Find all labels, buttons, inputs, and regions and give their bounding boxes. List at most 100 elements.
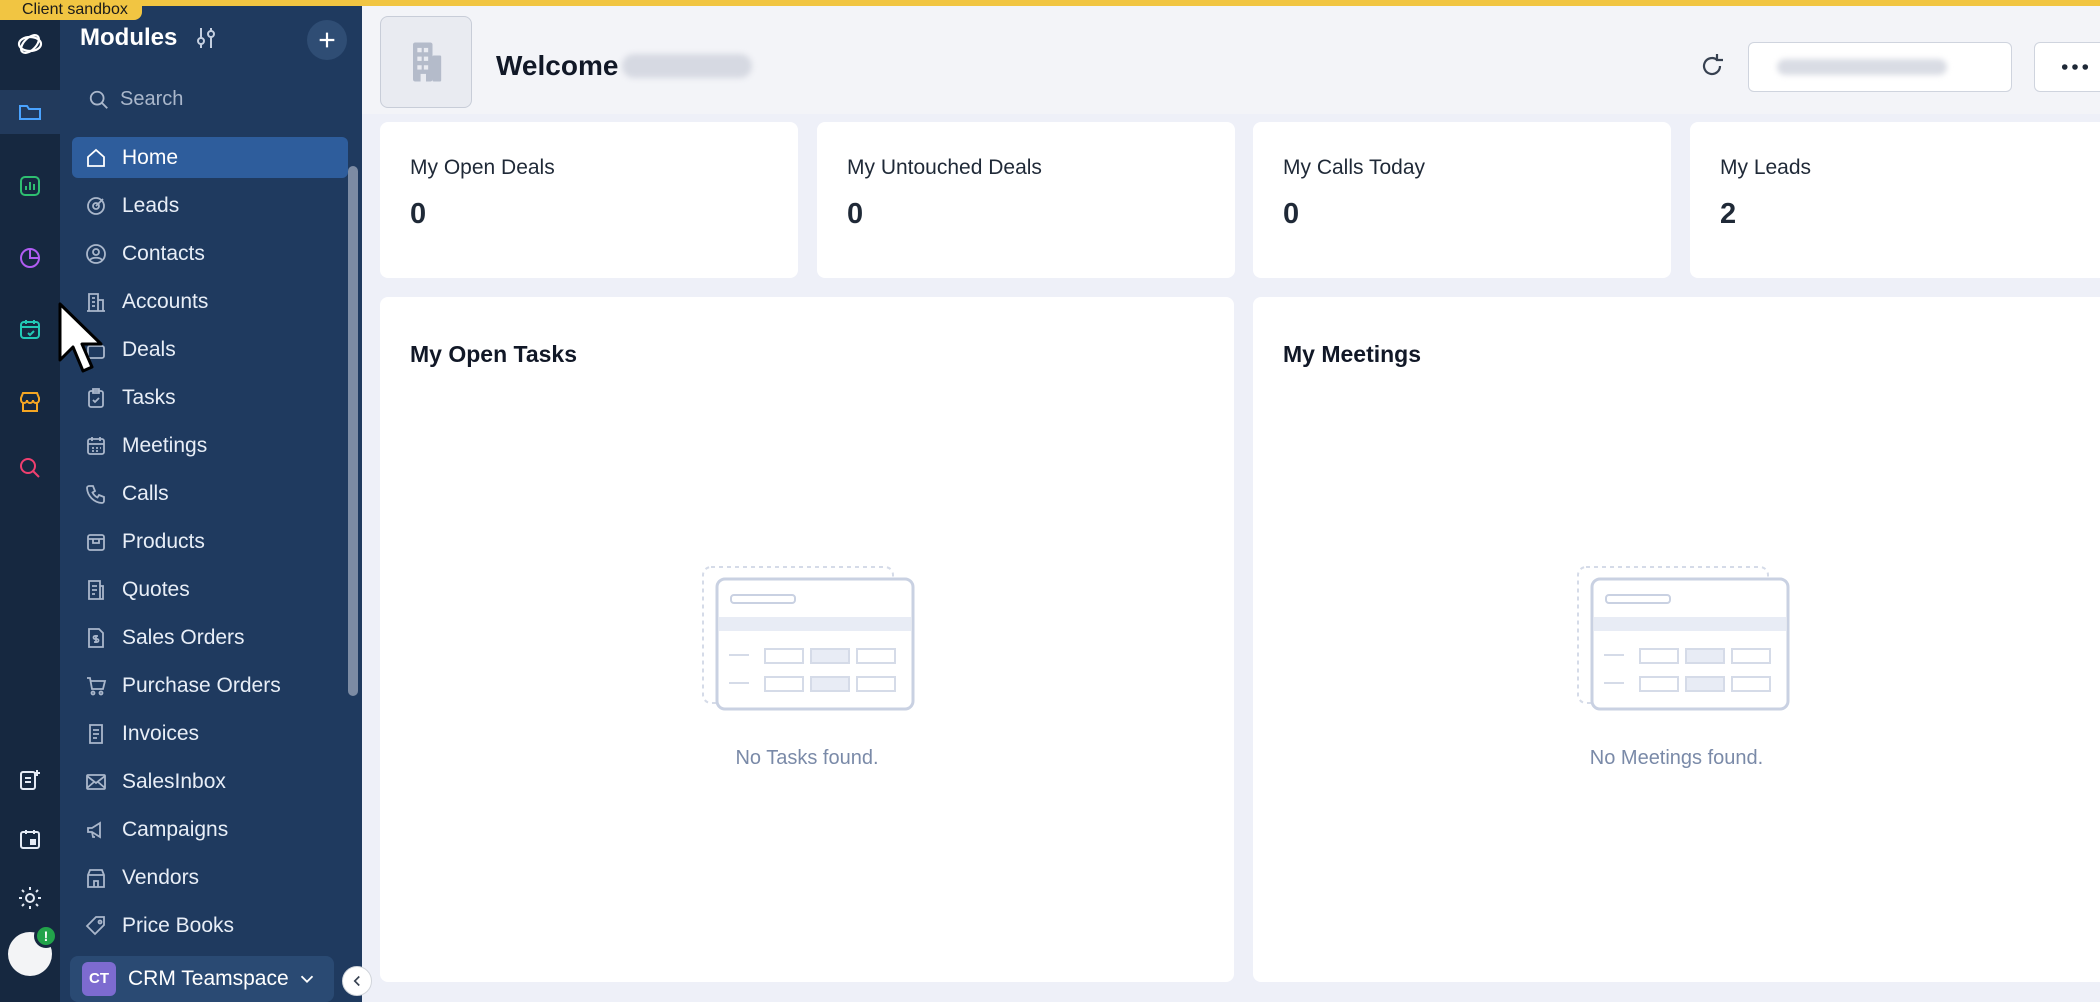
module-menu: Home Leads Contacts Accounts Deals Tasks… bbox=[72, 137, 348, 953]
stat-value: 0 bbox=[1283, 198, 1300, 230]
sidebar-item-label: Leads bbox=[122, 193, 180, 217]
sidebar-item-label: SalesInbox bbox=[122, 769, 226, 793]
modules-title: Modules bbox=[80, 24, 178, 51]
modules-folder-icon[interactable] bbox=[0, 90, 60, 134]
welcome-heading: Welcome bbox=[496, 50, 753, 82]
empty-table-icon bbox=[1577, 566, 1790, 711]
sidebar-item-salesinbox[interactable]: SalesInbox bbox=[72, 761, 348, 802]
chevron-left-icon bbox=[353, 975, 360, 987]
blurred-user-filter bbox=[1777, 59, 1947, 75]
modules-panel: Modules Home Leads Contacts Accounts Dea… bbox=[60, 6, 362, 1002]
module-search-input[interactable] bbox=[120, 88, 320, 111]
teamspace-switcher[interactable]: CT CRM Teamspace bbox=[70, 956, 334, 1002]
empty-table-icon bbox=[702, 566, 915, 711]
crm-logo-icon[interactable] bbox=[8, 22, 52, 66]
sidebar-item-quotes[interactable]: Quotes bbox=[72, 569, 348, 610]
sidebar-item-accounts[interactable]: Accounts bbox=[72, 281, 348, 322]
calendar-icon[interactable] bbox=[8, 818, 52, 862]
empty-state-text: No Tasks found. bbox=[735, 747, 879, 769]
sidebar-item-products[interactable]: Products bbox=[72, 521, 348, 562]
sidebar-item-home[interactable]: Home bbox=[72, 137, 348, 178]
megaphone-icon bbox=[87, 820, 101, 839]
user-avatar[interactable]: ! bbox=[8, 924, 58, 976]
reports-chart-icon[interactable] bbox=[8, 164, 52, 208]
panel-title: My Meetings bbox=[1283, 341, 1422, 367]
sidebar-item-label: Invoices bbox=[122, 721, 200, 745]
stat-card-untouched-deals[interactable]: My Untouched Deals 0 bbox=[817, 122, 1235, 278]
stat-value: 0 bbox=[410, 198, 427, 230]
sidebar-item-vendors[interactable]: Vendors bbox=[72, 857, 348, 898]
sidebar-item-label: Vendors bbox=[122, 865, 200, 889]
target-icon bbox=[87, 196, 105, 215]
plus-icon bbox=[319, 32, 335, 48]
sidebar-item-sales-orders[interactable]: Sales Orders bbox=[72, 617, 348, 658]
cart-icon bbox=[87, 676, 107, 695]
sidebar-item-label: Tasks bbox=[122, 385, 176, 409]
settings-gear-icon[interactable] bbox=[8, 876, 52, 920]
marketplace-store-icon[interactable] bbox=[8, 380, 52, 424]
quote-icon bbox=[88, 579, 104, 600]
phone-icon bbox=[86, 484, 105, 504]
sidebar-item-label: Calls bbox=[122, 481, 169, 505]
stat-card-leads[interactable]: My Leads 2 bbox=[1690, 122, 2100, 278]
search-zia-icon[interactable] bbox=[8, 446, 52, 490]
more-dots-icon bbox=[2061, 64, 2089, 70]
sidebar-item-label: Products bbox=[122, 529, 205, 553]
sidebar-item-tasks[interactable]: Tasks bbox=[72, 377, 348, 418]
sidebar-item-purchase-orders[interactable]: Purchase Orders bbox=[72, 665, 348, 706]
stat-label: My Open Deals bbox=[410, 156, 555, 179]
sidebar-item-label: Home bbox=[122, 145, 179, 169]
stat-label: My Leads bbox=[1720, 156, 1812, 179]
stat-label: My Untouched Deals bbox=[847, 156, 1042, 179]
page-header: Welcome bbox=[362, 6, 2100, 114]
building-icon bbox=[413, 42, 442, 82]
sidebar-item-deals[interactable]: Deals bbox=[72, 329, 348, 370]
sidebar-item-invoices[interactable]: Invoices bbox=[72, 713, 348, 754]
sidebar-item-meetings[interactable]: Meetings bbox=[72, 425, 348, 466]
sidebar-item-label: Quotes bbox=[122, 577, 190, 601]
app-rail: ! bbox=[0, 6, 60, 1002]
tag-icon bbox=[85, 915, 105, 935]
sidebar-item-label: Deals bbox=[122, 337, 176, 361]
box-icon bbox=[87, 533, 105, 551]
sidebar-item-leads[interactable]: Leads bbox=[72, 185, 348, 226]
sidebar-item-campaigns[interactable]: Campaigns bbox=[72, 809, 348, 850]
sidebar-item-label: Contacts bbox=[122, 241, 205, 265]
stat-card-open-deals[interactable]: My Open Deals 0 bbox=[380, 122, 798, 278]
stat-label: My Calls Today bbox=[1283, 156, 1425, 179]
search-icon bbox=[89, 90, 108, 109]
panel-scrollbar[interactable] bbox=[348, 166, 358, 696]
sidebar-item-contacts[interactable]: Contacts bbox=[72, 233, 348, 274]
contact-icon bbox=[86, 243, 106, 264]
teamspace-label: CRM Teamspace bbox=[128, 967, 289, 990]
welcome-text: Welcome bbox=[496, 50, 619, 81]
notes-add-icon[interactable] bbox=[8, 758, 52, 802]
meetings-panel: My Meetings No Meetings found. bbox=[1253, 297, 2100, 982]
module-settings-icon[interactable] bbox=[192, 24, 220, 52]
more-options-button[interactable] bbox=[2034, 42, 2100, 92]
planner-calendar-icon[interactable] bbox=[8, 308, 52, 352]
chevron-down-icon bbox=[300, 975, 314, 984]
analytics-pie-icon[interactable] bbox=[8, 236, 52, 280]
refresh-icon[interactable] bbox=[1696, 50, 1728, 82]
dollar-doc-icon bbox=[88, 627, 104, 648]
sidebar-item-price-books[interactable]: Price Books bbox=[72, 905, 348, 946]
store-icon bbox=[87, 868, 105, 888]
user-filter-dropdown[interactable] bbox=[1748, 42, 2012, 92]
mouse-cursor-icon bbox=[58, 302, 103, 373]
alert-badge-icon: ! bbox=[34, 924, 58, 948]
mail-icon bbox=[86, 773, 106, 790]
sidebar-item-label: Accounts bbox=[122, 289, 209, 313]
panel-title: My Open Tasks bbox=[410, 341, 578, 367]
invoice-icon bbox=[89, 723, 103, 744]
blurred-user-name bbox=[622, 54, 753, 78]
stat-value: 0 bbox=[847, 198, 864, 230]
sidebar-item-calls[interactable]: Calls bbox=[72, 473, 348, 514]
stat-value: 2 bbox=[1720, 198, 1737, 230]
stat-card-calls-today[interactable]: My Calls Today 0 bbox=[1253, 122, 1671, 278]
collapse-sidebar-button[interactable] bbox=[342, 966, 372, 996]
module-search[interactable] bbox=[88, 88, 320, 111]
task-icon bbox=[88, 387, 104, 408]
add-module-button[interactable] bbox=[307, 20, 347, 60]
calendar-icon bbox=[87, 436, 105, 455]
